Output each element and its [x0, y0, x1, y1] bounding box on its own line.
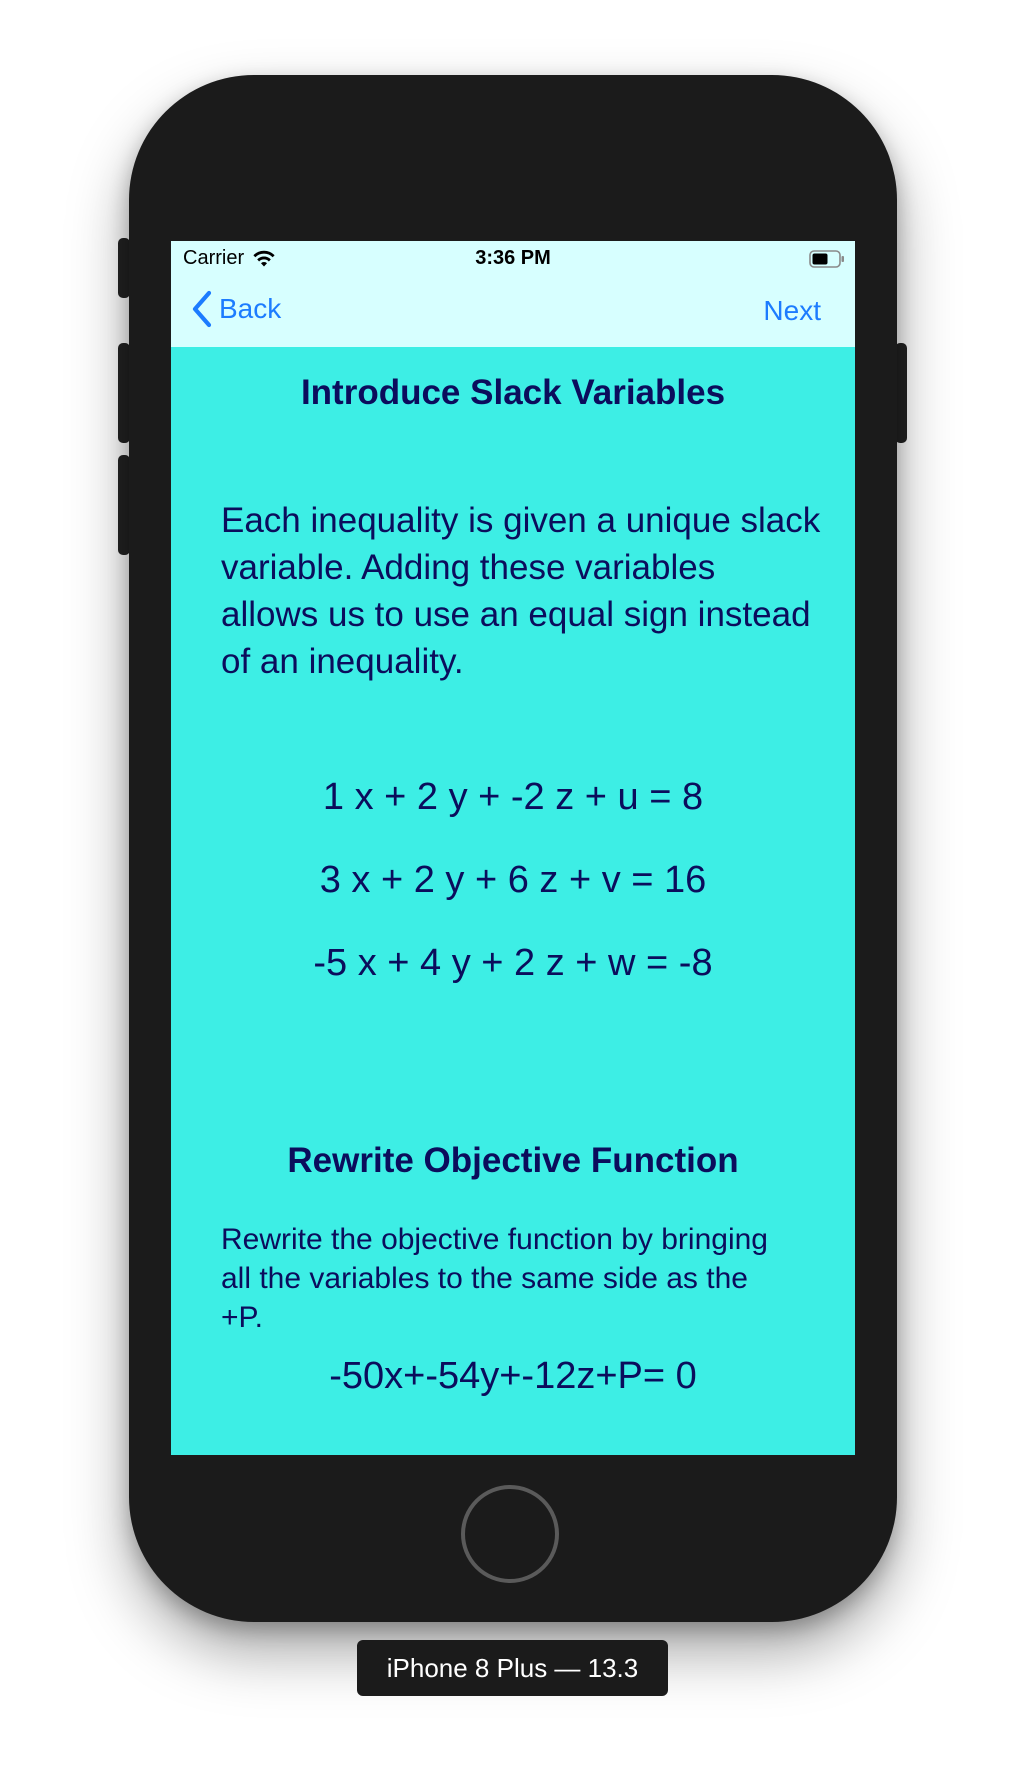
objective-function-title: Rewrite Objective Function: [287, 1141, 739, 1180]
content-area: Introduce Slack Variables Each inequalit…: [171, 347, 855, 1455]
simulator-stage: Carrier 3:36 PM Back Next Introduce Slac…: [0, 0, 1026, 1770]
navigation-bar: Back Next: [171, 277, 855, 347]
battery-icon: [809, 250, 844, 268]
constraint-equation: 1 x + 2 y + -2 z + u = 8: [322, 776, 704, 818]
constraint-equations: 1 x + 2 y + -2 z + u = 8 3 x + 2 y + 6 z…: [171, 767, 855, 1016]
slack-variables-description: Each inequality is given a unique slack …: [221, 501, 821, 681]
objective-function-description: Rewrite the objective function by bringi…: [221, 1223, 768, 1334]
home-button[interactable]: [461, 1485, 559, 1583]
objective-equation: -50x+-54y+-12z+P= 0: [329, 1355, 697, 1397]
device-name-label: iPhone 8 Plus — 13.3: [357, 1640, 668, 1696]
back-button[interactable]: Back: [191, 290, 281, 328]
back-label: Back: [219, 293, 282, 324]
next-button[interactable]: Next: [763, 295, 821, 327]
chevron-left-icon: [192, 290, 212, 328]
slack-variables-title: Introduce Slack Variables: [300, 373, 726, 412]
constraint-equation: -5 x + 4 y + 2 z + w = -8: [313, 942, 713, 984]
status-bar: Carrier 3:36 PM: [171, 241, 855, 277]
constraint-equation: 3 x + 2 y + 6 z + v = 16: [319, 859, 707, 901]
device-screen: Carrier 3:36 PM Back Next Introduce Slac…: [171, 241, 855, 1455]
status-time: 3:36 PM: [475, 247, 551, 269]
